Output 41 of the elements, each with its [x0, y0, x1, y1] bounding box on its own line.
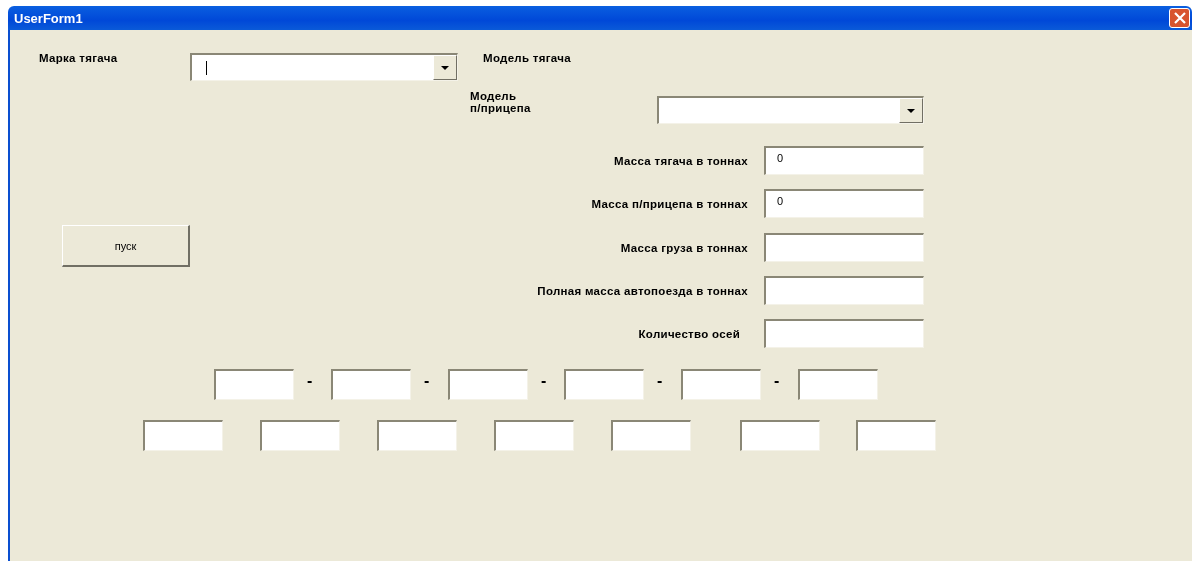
close-button[interactable]	[1169, 8, 1190, 28]
combo-box[interactable]	[657, 96, 924, 124]
field-label: Количество осей	[638, 328, 740, 340]
input-field[interactable]	[764, 319, 924, 348]
separator-dash: -	[541, 372, 547, 390]
input-field[interactable]	[331, 369, 411, 400]
field-label: Модель тягача	[483, 52, 571, 64]
input-field[interactable]	[564, 369, 644, 400]
dropdown-button[interactable]	[433, 55, 457, 80]
field-label: Модель п/прицепа	[470, 90, 532, 114]
input-field[interactable]	[740, 420, 820, 451]
input-field[interactable]	[611, 420, 691, 451]
input-field[interactable]	[764, 233, 924, 262]
field-label: Масса груза в тоннах	[620, 242, 748, 254]
separator-dash: -	[774, 372, 780, 390]
input-field[interactable]	[260, 420, 340, 451]
input-field[interactable]	[764, 276, 924, 305]
combo-box[interactable]	[190, 53, 458, 81]
input-field[interactable]	[681, 369, 761, 400]
input-field[interactable]	[798, 369, 878, 400]
input-field[interactable]: 0	[764, 189, 924, 218]
input-field[interactable]	[494, 420, 574, 451]
separator-dash: -	[307, 372, 313, 390]
start-button[interactable]: пуск	[62, 225, 190, 267]
caret-icon	[907, 108, 915, 113]
field-label: Полная масса автопоезда в тоннах	[537, 285, 748, 297]
input-field[interactable]	[214, 369, 294, 400]
input-field[interactable]	[143, 420, 223, 451]
close-icon	[1173, 12, 1186, 24]
window-title: UserForm1	[14, 10, 83, 26]
field-label: Масса тягача в тоннах	[614, 155, 748, 167]
caret-icon	[441, 65, 449, 70]
dropdown-button[interactable]	[899, 98, 923, 123]
input-field[interactable]	[856, 420, 936, 451]
separator-dash: -	[424, 372, 430, 390]
field-label: Масса п/прицепа в тоннах	[591, 198, 748, 210]
input-field[interactable]	[448, 369, 528, 400]
input-field[interactable]	[377, 420, 457, 451]
separator-dash: -	[657, 372, 663, 390]
field-label: Марка тягача	[39, 52, 118, 64]
input-field[interactable]: 0	[764, 146, 924, 175]
